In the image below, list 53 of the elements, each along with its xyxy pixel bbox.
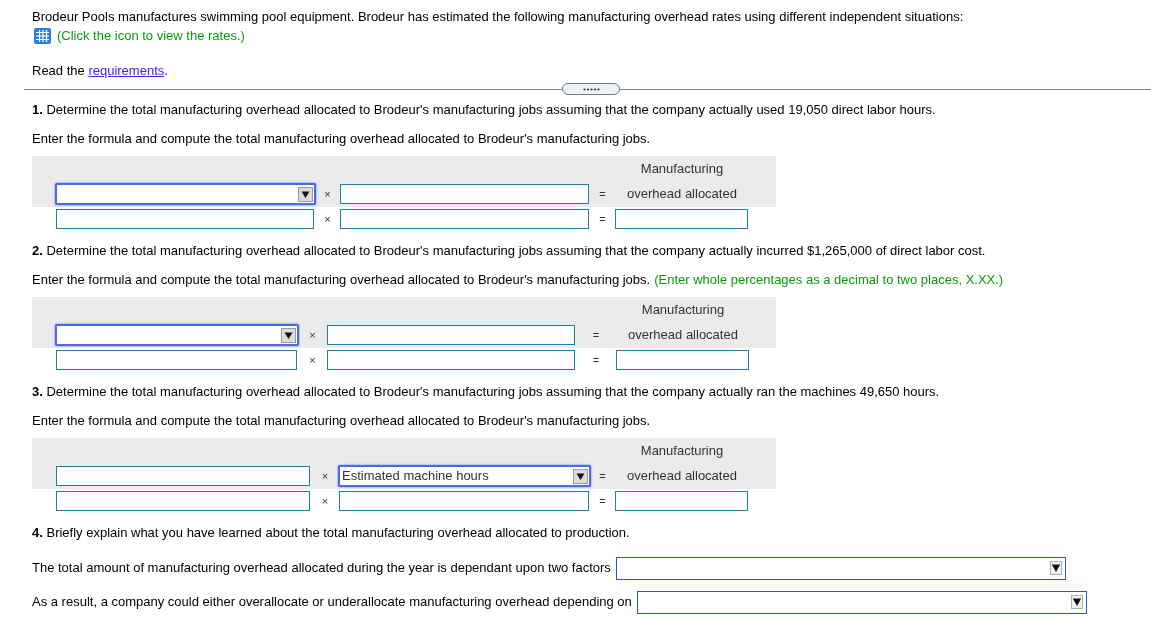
result-label: Manufacturing (640, 160, 724, 177)
requirements-sentence: Read the requirements. (32, 63, 168, 79)
dropdown[interactable]: Estimated machine hours (338, 465, 591, 487)
instruction-text: Enter the formula and compute the total manufacturing overhead allocated to Brodeur's manufacturing jobs. (32, 272, 651, 288)
operator-symbol: × (321, 469, 329, 484)
result-label: overhead allocated (628, 327, 738, 343)
intro-text: Brodeur Pools manufactures swimming pool equipment. Brodeur has estimated the following manufacturing overhead rates using different independent situations: (32, 9, 965, 25)
dropdown[interactable] (55, 183, 316, 205)
input-field[interactable] (615, 209, 748, 229)
dropdown-arrow-icon (1070, 595, 1083, 609)
input-field[interactable] (327, 350, 575, 370)
input-field[interactable] (56, 466, 310, 486)
operator-symbol: = (599, 469, 606, 484)
operator-symbol: = (592, 328, 600, 343)
result-label: overhead allocated (627, 468, 737, 484)
operator-symbol: × (324, 187, 331, 202)
input-field[interactable] (56, 209, 314, 229)
dropdown[interactable] (55, 324, 299, 346)
operator-symbol: × (321, 494, 329, 509)
input-field[interactable] (327, 325, 575, 345)
operator-symbol: = (599, 212, 606, 227)
operator-symbol: × (309, 353, 316, 368)
hint-text: (Click the icon to view the rates.) (57, 28, 245, 44)
result-label: overhead allocated (627, 186, 737, 202)
input-field[interactable] (56, 350, 297, 370)
dropdown-arrow-icon (1049, 561, 1062, 575)
input-field[interactable] (339, 491, 589, 511)
input-field[interactable] (340, 184, 589, 204)
operator-symbol: = (599, 494, 606, 509)
instruction-text: Enter the formula and compute the total manufacturing overhead allocated to Brodeur's manufacturing jobs. (32, 413, 651, 429)
answer-prompt: The total amount of manufacturing overhead allocated during the year is dependant upon two factors (32, 560, 611, 576)
operator-symbol: × (309, 328, 316, 343)
operator-symbol: = (592, 353, 600, 368)
input-field[interactable] (56, 491, 310, 511)
instruction-text: Enter the formula and compute the total manufacturing overhead allocated to Brodeur's manufacturing jobs. (32, 131, 651, 147)
question-text: 4. Briefly explain what you have learned about the total manufacturing overhead allocated to production. (32, 525, 630, 541)
dropdown[interactable] (615, 556, 1066, 580)
result-label: Manufacturing (640, 442, 724, 459)
splitter-handle[interactable] (562, 83, 620, 95)
input-field[interactable] (615, 491, 748, 511)
operator-symbol: = (599, 187, 606, 202)
question-text: 2. Determine the total manufacturing overhead allocated to Brodeur's manufacturing jobs assuming that the company actually incurred $1,265,000 of direct labor cost. (32, 243, 986, 259)
table-icon[interactable] (34, 28, 51, 44)
operator-symbol: × (324, 212, 331, 227)
dots-icon (582, 87, 600, 91)
answer-prompt: As a result, a company could either overallocate or underallocate manufacturing overhead depending on (32, 594, 632, 610)
dropdown[interactable] (636, 590, 1087, 614)
note-text: (Enter whole percentages as a decimal to two places, X.XX.) (654, 272, 1004, 288)
input-field[interactable] (340, 209, 589, 229)
question-text: 1. Determine the total manufacturing overhead allocated to Brodeur's manufacturing jobs assuming that the company actually used 19,050 direct labor hours. (32, 102, 936, 118)
input-field[interactable] (616, 350, 749, 370)
result-label: Manufacturing (641, 301, 725, 318)
question-text: 3. Determine the total manufacturing overhead allocated to Brodeur's manufacturing jobs assuming that the company actually ran the machines 49,650 hours. (32, 384, 940, 400)
